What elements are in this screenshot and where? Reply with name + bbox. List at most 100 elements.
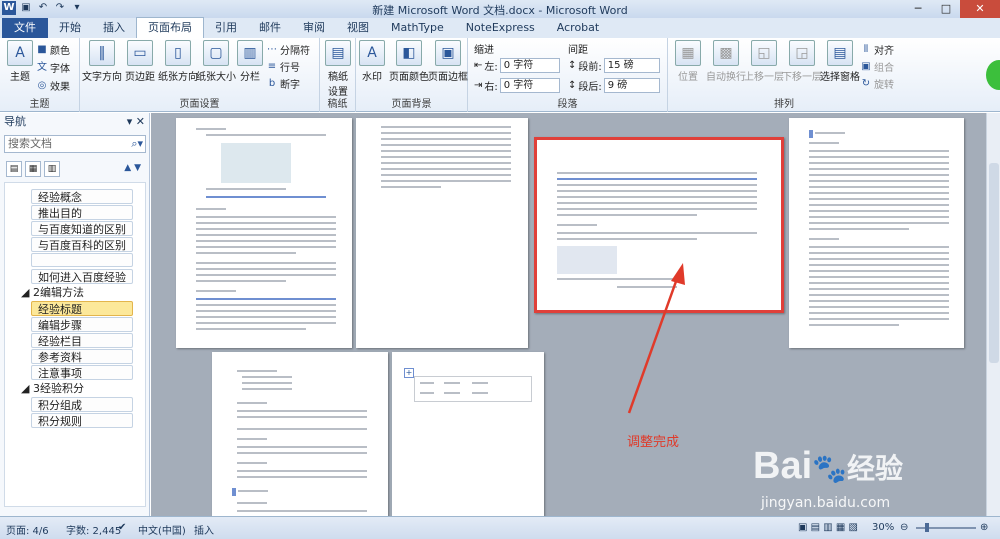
colors-icon: ■ bbox=[37, 43, 47, 55]
zoom-slider-thumb[interactable] bbox=[925, 523, 929, 532]
tab-references[interactable]: 引用 bbox=[204, 18, 248, 38]
nav-item[interactable]: 经验栏目 bbox=[31, 333, 133, 348]
zoom-in-icon[interactable]: ⊕ bbox=[980, 522, 988, 533]
zoom-level[interactable]: 30% bbox=[872, 522, 894, 533]
rotate-icon: ↻ bbox=[861, 77, 871, 89]
tab-noteexpress[interactable]: NoteExpress bbox=[455, 18, 546, 38]
colors-button[interactable]: ■ 颜色 bbox=[36, 42, 70, 58]
nav-search-input[interactable]: 搜索文档 ⌕▾ bbox=[4, 135, 146, 153]
margins-button[interactable]: ▭ 页边距 bbox=[120, 40, 160, 83]
watermark-icon: A bbox=[359, 40, 385, 66]
theme-button[interactable]: A 主题 bbox=[0, 40, 40, 83]
status-insert-mode[interactable]: 插入 bbox=[194, 522, 214, 537]
collapse-icon[interactable]: ◢ bbox=[21, 382, 33, 395]
nav-item[interactable]: 推出目的 bbox=[31, 205, 133, 220]
position-icon: ▦ bbox=[675, 40, 701, 66]
spacing-before-spinner[interactable]: ↕ 段前: 15 磅 bbox=[568, 58, 660, 73]
selection-pane-button[interactable]: ▤ 选择窗格 bbox=[818, 40, 862, 83]
nav-item[interactable]: 参考资料 bbox=[31, 349, 133, 364]
spacing-after-input[interactable]: 9 磅 bbox=[603, 78, 660, 93]
page-color-button[interactable]: ◧ 页面颜色 bbox=[389, 40, 429, 83]
tab-view[interactable]: 视图 bbox=[336, 18, 380, 38]
send-backward-icon: ◲ bbox=[789, 40, 815, 66]
indent-left-spinner[interactable]: ⇤ 左: 0 字符 bbox=[474, 58, 560, 73]
group-theme: A 主题 ■ 颜色 文字体 ◎ 效果 主题 bbox=[0, 38, 80, 112]
browse-results-icon[interactable]: ▥ bbox=[44, 161, 60, 177]
browse-headings-icon[interactable]: ▤ bbox=[6, 161, 22, 177]
view-buttons[interactable]: ▣ ▤ ▥ ▦ ▧ bbox=[798, 522, 858, 533]
text-direction-button[interactable]: ‖ 文字方向 bbox=[82, 40, 122, 83]
close-icon[interactable]: ✕ bbox=[960, 0, 1000, 18]
nav-item-selected[interactable]: 经验标题 bbox=[31, 301, 133, 316]
tab-review[interactable]: 审阅 bbox=[292, 18, 336, 38]
tab-acrobat[interactable]: Acrobat bbox=[546, 18, 610, 38]
tab-home[interactable]: 开始 bbox=[48, 18, 92, 38]
zoom-out-icon[interactable]: ⊖ bbox=[900, 522, 908, 533]
align-button[interactable]: ⫴ 对齐 bbox=[860, 42, 894, 58]
nav-item[interactable]: 经验概念 bbox=[31, 189, 133, 204]
size-icon: ▢ bbox=[203, 40, 229, 66]
bring-forward-icon: ◱ bbox=[751, 40, 777, 66]
next-heading-icon[interactable]: ▼ bbox=[134, 163, 141, 173]
scrollbar-thumb[interactable] bbox=[989, 163, 999, 363]
effects-button[interactable]: ◎ 效果 bbox=[36, 78, 70, 94]
watermark-button[interactable]: A 水印 bbox=[352, 40, 392, 83]
breaks-button[interactable]: ⋯ 分隔符 bbox=[266, 42, 310, 58]
nav-close-icon[interactable]: ▾ ✕ bbox=[127, 113, 145, 131]
nav-title: 导航 ▾ ✕ bbox=[0, 113, 149, 131]
minimize-icon[interactable]: ─ bbox=[904, 0, 932, 18]
proofing-icon[interactable]: ✔ bbox=[118, 522, 126, 533]
page-color-icon: ◧ bbox=[396, 40, 422, 66]
status-language[interactable]: 中文(中国) bbox=[138, 522, 186, 537]
nav-item[interactable]: 与百度百科的区别 bbox=[31, 237, 133, 252]
browse-pages-icon[interactable]: ▦ bbox=[25, 161, 41, 177]
nav-item[interactable]: 积分组成 bbox=[31, 397, 133, 412]
collapse-icon[interactable]: ◢ bbox=[21, 286, 33, 299]
document-area[interactable]: + 调整完成 Bai🐾经验 jingyan.baidu.com bbox=[151, 113, 986, 516]
search-icon[interactable]: ⌕▾ bbox=[131, 136, 143, 152]
columns-icon: ▥ bbox=[237, 40, 263, 66]
indent-left-input[interactable]: 0 字符 bbox=[499, 58, 560, 73]
group-label-page-background: 页面背景 bbox=[391, 99, 432, 110]
nav-item[interactable]: 编辑步骤 bbox=[31, 317, 133, 332]
spacing-after-icon: ↕ bbox=[568, 80, 577, 91]
spacing-before-input[interactable]: 15 磅 bbox=[603, 58, 660, 73]
nav-item[interactable]: 如何进入百度经验 bbox=[31, 269, 133, 284]
nav-heading[interactable]: ◢ 2编辑方法 bbox=[19, 285, 133, 300]
title-bar: W ▣ ↶ ↷ ▾ 新建 Microsoft Word 文档.docx - Mi… bbox=[0, 0, 1000, 18]
tab-mathtype[interactable]: MathType bbox=[380, 18, 455, 38]
maximize-icon[interactable]: □ bbox=[932, 0, 960, 18]
nav-heading[interactable]: ◢ 3经验积分 bbox=[19, 381, 133, 396]
columns-button[interactable]: ▥ 分栏 bbox=[230, 40, 270, 83]
window-title: 新建 Microsoft Word 文档.docx - Microsoft Wo… bbox=[372, 4, 628, 17]
indent-right-spinner[interactable]: ⇥ 右: 0 字符 bbox=[474, 78, 560, 93]
nav-item[interactable]: 积分规则 bbox=[31, 413, 133, 428]
position-button[interactable]: ▦ 位置 bbox=[668, 40, 708, 83]
hyphen-button[interactable]: b 断字 bbox=[266, 76, 300, 92]
rotate-button[interactable]: ↻ 旋转 bbox=[860, 76, 894, 92]
orientation-button[interactable]: ▯ 纸张方向 bbox=[158, 40, 198, 83]
tab-mailings[interactable]: 邮件 bbox=[248, 18, 292, 38]
theme-icon: A bbox=[7, 40, 33, 66]
selection-pane-icon: ▤ bbox=[827, 40, 853, 66]
tab-file[interactable]: 文件 bbox=[2, 18, 48, 38]
line-numbers-button[interactable]: ≡ 行号 bbox=[266, 59, 300, 75]
vertical-scrollbar[interactable] bbox=[986, 113, 1000, 516]
nav-item[interactable]: 与百度知道的区别 bbox=[31, 221, 133, 236]
page-border-button[interactable]: ▣ 页面边框 bbox=[428, 40, 468, 83]
tab-page-layout[interactable]: 页面布局 bbox=[136, 17, 204, 38]
group-button[interactable]: ▣ 组合 bbox=[860, 59, 894, 75]
spacing-after-spinner[interactable]: ↕ 段后: 9 磅 bbox=[568, 78, 660, 93]
prev-heading-icon[interactable]: ▲ bbox=[124, 163, 131, 173]
nav-item[interactable]: 注意事项 bbox=[31, 365, 133, 380]
fonts-button[interactable]: 文字体 bbox=[36, 60, 70, 76]
breaks-icon: ⋯ bbox=[267, 43, 277, 55]
status-page[interactable]: 页面: 4/6 bbox=[6, 522, 49, 537]
indent-right-input[interactable]: 0 字符 bbox=[499, 78, 560, 93]
group-page-background: A 水印 ◧ 页面颜色 ▣ 页面边框 页面背景 bbox=[356, 38, 468, 112]
status-words[interactable]: 字数: 2,445 bbox=[66, 522, 121, 537]
heading-list: 经验概念 推出目的 与百度知道的区别 与百度百科的区别 如何进入百度经验 ◢ 2… bbox=[4, 182, 146, 507]
tab-insert[interactable]: 插入 bbox=[92, 18, 136, 38]
nav-item[interactable] bbox=[31, 253, 133, 267]
ribbon: A 主题 ■ 颜色 文字体 ◎ 效果 主题 ‖ 文字方向 ▭ 页边距 ▯ 纸张方向 ▢ 纸张大… bbox=[0, 38, 1000, 112]
